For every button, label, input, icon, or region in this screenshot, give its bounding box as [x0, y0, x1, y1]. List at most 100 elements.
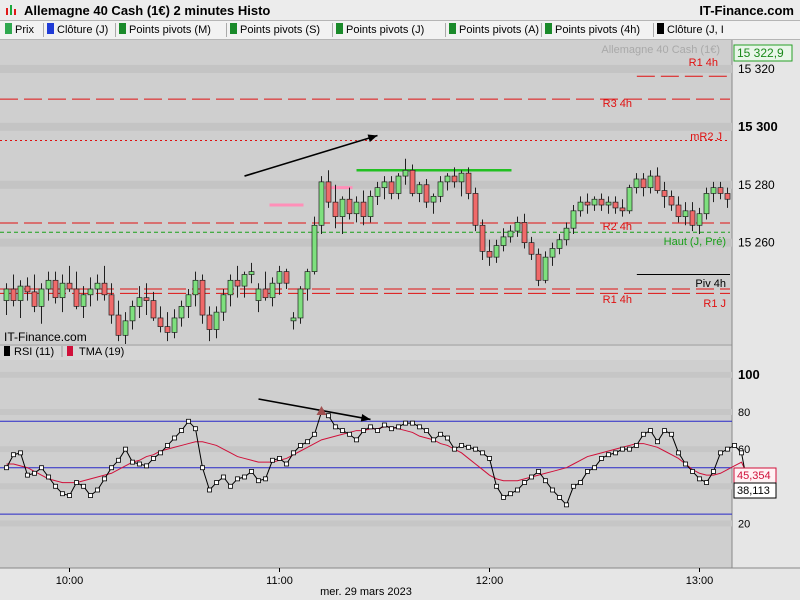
rsi-point — [620, 446, 625, 452]
candle-body — [115, 314, 122, 336]
rsi-point — [508, 491, 513, 497]
rsi-point — [256, 478, 261, 484]
candle-body — [724, 193, 731, 200]
candle-body — [24, 285, 31, 293]
candle-body — [682, 210, 689, 217]
candle-body — [346, 198, 353, 215]
rsi-point — [550, 487, 555, 493]
candle-body — [80, 294, 87, 307]
rsi-point — [655, 439, 660, 445]
rsi-point — [221, 474, 226, 480]
candle-body — [465, 172, 472, 194]
rsi-point — [431, 437, 436, 443]
rsi-point — [95, 487, 100, 493]
rsi-point — [312, 431, 317, 437]
rsi-point — [648, 428, 653, 433]
candle-body — [297, 288, 304, 319]
candle-body — [479, 224, 486, 252]
rsi-point — [403, 420, 408, 426]
candle-body — [171, 317, 178, 333]
candle-body — [388, 181, 395, 194]
candle-body — [325, 181, 332, 203]
candle-body — [521, 222, 528, 244]
candle-body — [640, 178, 647, 189]
rsi-gridline — [0, 371, 732, 378]
candle — [535, 248, 542, 287]
candle-body — [213, 311, 220, 330]
rsi-point — [39, 465, 44, 471]
candle-body — [206, 314, 213, 330]
price-gridline — [0, 64, 732, 73]
candle-body — [451, 175, 458, 183]
candle-body — [493, 245, 500, 258]
rsi-point — [641, 431, 646, 437]
rsi-point — [193, 426, 198, 432]
rsi-point — [207, 487, 212, 493]
x-tick-label: 13:00 — [686, 575, 714, 587]
candle-body — [220, 294, 227, 313]
rsi-point — [438, 431, 443, 437]
candle-body — [318, 181, 325, 226]
candle-body — [73, 288, 80, 307]
rsi-point — [235, 476, 240, 482]
candle-body — [556, 239, 563, 249]
rsi-point — [466, 444, 471, 450]
rsi-gridline — [0, 483, 732, 490]
candle-body — [31, 291, 38, 307]
rsi-point — [711, 469, 716, 474]
rsi-point — [417, 424, 422, 430]
rsi-y-tick: 100 — [738, 367, 760, 382]
candle-body — [66, 282, 73, 290]
candle-body — [234, 279, 241, 287]
rsi-gridline — [0, 409, 732, 415]
rsi-point — [487, 456, 492, 461]
rsi-y-tick: 80 — [738, 407, 750, 419]
rsi-point — [627, 446, 632, 452]
candle-body — [535, 253, 542, 281]
candle-body — [430, 195, 437, 203]
pivot-level-label: R1 J — [703, 298, 726, 310]
chart-canvas[interactable]: 15 32015 30015 28015 26010080604020R1 4h… — [0, 0, 800, 600]
rsi-point — [662, 428, 667, 433]
rsi-point — [522, 480, 527, 485]
rsi-point — [606, 452, 611, 458]
candle-body — [192, 279, 199, 296]
candle-body — [437, 181, 444, 197]
rsi-point — [375, 428, 380, 433]
rsi-point — [536, 469, 541, 474]
rsi-point — [445, 435, 450, 441]
rsi-point — [592, 465, 597, 471]
candle — [297, 286, 304, 324]
rsi-point — [396, 424, 401, 430]
candle-body — [486, 251, 493, 258]
rsi-point — [172, 435, 177, 441]
rsi-point — [515, 487, 520, 493]
rsi-panel — [0, 360, 732, 568]
rsi-point — [718, 450, 723, 456]
candle-body — [612, 201, 619, 209]
candle-body — [444, 175, 451, 183]
rsi-point — [613, 450, 618, 456]
rsi-point — [732, 443, 737, 448]
candle-body — [654, 175, 661, 191]
candle-body — [136, 297, 143, 307]
rsi-point — [725, 446, 730, 452]
x-tick-label: 11:00 — [266, 575, 293, 587]
rsi-point — [683, 461, 688, 467]
candle — [626, 184, 633, 214]
candle-body — [269, 282, 276, 299]
pivot-level-label: mR2 J — [690, 131, 722, 143]
candle-body — [262, 288, 269, 299]
tma-value-label: 45,354 — [737, 470, 771, 482]
rsi-point — [480, 450, 485, 456]
candle-body — [647, 175, 654, 189]
rsi-point — [333, 424, 338, 430]
candle-body — [563, 227, 570, 241]
rsi-point — [81, 483, 86, 489]
candle-body — [367, 195, 374, 217]
rsi-point — [60, 491, 65, 497]
rsi-point — [340, 428, 345, 433]
candle-body — [332, 201, 339, 217]
candle-body — [38, 288, 45, 307]
candle-body — [409, 169, 416, 194]
